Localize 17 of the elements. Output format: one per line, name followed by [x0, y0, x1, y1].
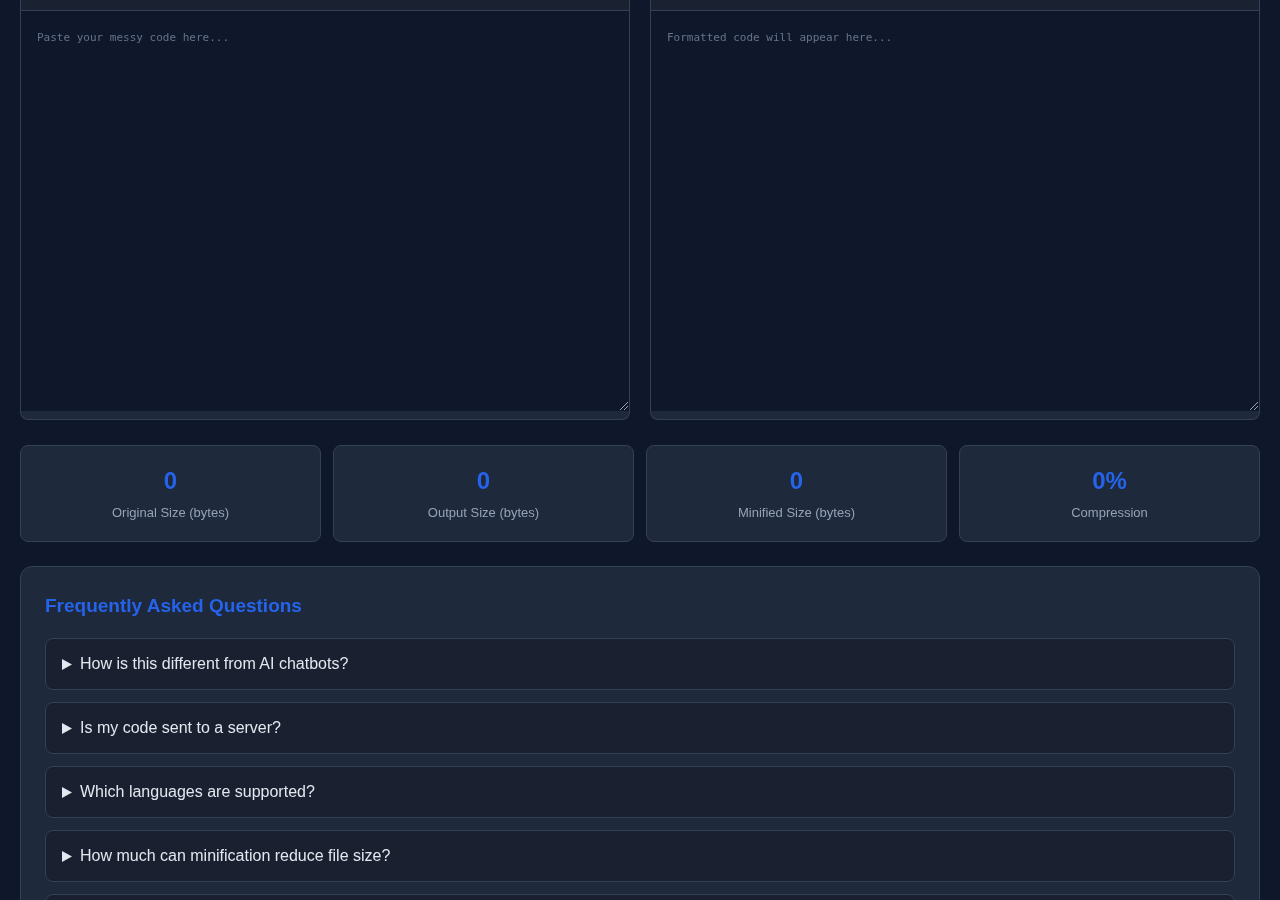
- stat-label: Minified Size (bytes): [737, 505, 855, 521]
- stat-label: Output Size (bytes): [427, 505, 540, 521]
- stat-label: Compression: [1071, 505, 1148, 521]
- faq-item[interactable]: How much can minification reduce file size?: [45, 830, 1235, 882]
- resize-grip-icon[interactable]: [620, 402, 628, 410]
- faq-item[interactable]: Is my code sent to a server?: [45, 702, 1235, 754]
- faq-title: Frequently Asked Questions: [45, 594, 303, 618]
- stat-value: 0: [476, 467, 491, 495]
- faq-item[interactable]: Which languages are supported?: [45, 766, 1235, 818]
- code-textarea[interactable]: Paste your messy code here...: [21, 11, 629, 411]
- stat-label: Original Size (bytes): [111, 505, 229, 521]
- stat-value: 0: [789, 467, 804, 495]
- resize-grip-icon[interactable]: [1250, 402, 1258, 410]
- code-textarea[interactable]: Formatted code will appear here...: [651, 11, 1259, 411]
- faq-item[interactable]: How is this different from AI chatbots?: [45, 638, 1235, 690]
- stat-value: 0: [163, 467, 178, 495]
- stat-value: 0%: [1092, 467, 1127, 495]
